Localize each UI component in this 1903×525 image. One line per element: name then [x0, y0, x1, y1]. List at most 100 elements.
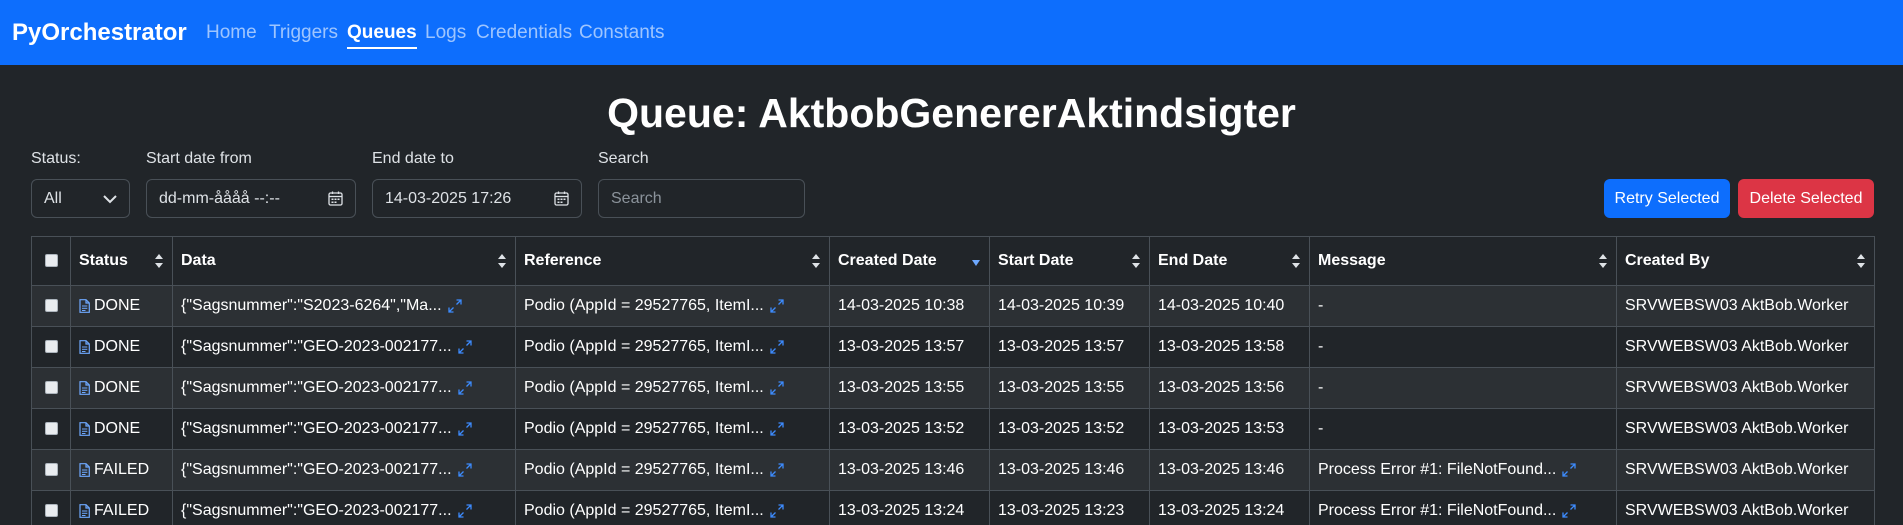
end-date-input[interactable]: 14-03-2025 17:26 [372, 179, 582, 218]
table-row[interactable]: DONE {"Sagsnummer":"GEO-2023-002177... P… [31, 408, 1875, 450]
row-checkbox[interactable] [44, 381, 58, 395]
message-text: - [1318, 297, 1324, 314]
reference-cell: Podio (AppId = 29527765, ItemI... [515, 449, 830, 491]
row-checkbox[interactable] [44, 422, 58, 436]
col-reference-header[interactable]: Reference [515, 236, 830, 286]
calendar-icon[interactable] [554, 191, 569, 206]
reference-cell: Podio (AppId = 29527765, ItemI... [515, 326, 830, 368]
document-icon[interactable] [79, 380, 90, 395]
end-date-value: 14-03-2025 17:26 [385, 189, 512, 207]
col-status-header[interactable]: Status [70, 236, 173, 286]
end-date-cell: 13-03-2025 13:53 [1149, 408, 1310, 450]
status-label: Status: [31, 150, 81, 167]
created-date-cell: 13-03-2025 13:55 [829, 367, 990, 409]
table-row[interactable]: DONE {"Sagsnummer":"S2023-6264","Ma... P… [31, 285, 1875, 327]
expand-icon[interactable] [770, 504, 784, 518]
sort-icon[interactable] [811, 254, 821, 268]
reference-text: Podio (AppId = 29527765, ItemI... [524, 297, 764, 314]
brand-logo[interactable]: PyOrchestrator [12, 19, 187, 47]
sort-icon[interactable] [1856, 254, 1866, 268]
sort-icon[interactable] [1598, 254, 1608, 268]
col-start-date-header[interactable]: Start Date [989, 236, 1150, 286]
status-text: DONE [94, 379, 141, 396]
nav-credentials[interactable]: Credentials [476, 22, 572, 44]
reference-text: Podio (AppId = 29527765, ItemI... [524, 502, 764, 519]
expand-icon[interactable] [457, 463, 472, 477]
row-checkbox[interactable] [44, 504, 58, 518]
nav-triggers[interactable]: Triggers [269, 22, 338, 44]
created-by-cell: SRVWEBSW03 AktBob.Worker [1616, 285, 1875, 327]
document-icon[interactable] [79, 421, 90, 436]
message-cell: Process Error #1: FileNotFound... [1309, 490, 1617, 525]
delete-selected-button[interactable]: Delete Selected [1738, 179, 1874, 218]
end-date-cell: 13-03-2025 13:46 [1149, 449, 1310, 491]
nav-home[interactable]: Home [206, 22, 257, 44]
sort-icon[interactable] [154, 254, 164, 268]
retry-selected-button[interactable]: Retry Selected [1604, 179, 1730, 218]
table-row[interactable]: DONE {"Sagsnummer":"GEO-2023-002177... P… [31, 367, 1875, 409]
status-cell: DONE [70, 367, 173, 409]
document-icon[interactable] [79, 462, 90, 477]
data-cell: {"Sagsnummer":"GEO-2023-002177... [172, 367, 516, 409]
expand-icon[interactable] [770, 463, 784, 477]
document-icon[interactable] [79, 298, 90, 313]
table-row[interactable]: FAILED {"Sagsnummer":"GEO-2023-002177...… [31, 449, 1875, 491]
col-header-label: End Date [1158, 252, 1228, 269]
sort-icon[interactable] [1131, 254, 1141, 268]
data-text: {"Sagsnummer":"GEO-2023-002177... [181, 379, 452, 396]
expand-icon[interactable] [457, 340, 472, 354]
table-row[interactable]: FAILED {"Sagsnummer":"GEO-2023-002177...… [31, 490, 1875, 525]
row-checkbox[interactable] [44, 299, 58, 313]
reference-text: Podio (AppId = 29527765, ItemI... [524, 338, 764, 355]
expand-icon[interactable] [770, 381, 784, 395]
row-checkbox[interactable] [44, 340, 58, 354]
expand-icon[interactable] [447, 299, 462, 313]
row-select-cell [31, 326, 71, 368]
col-message-header[interactable]: Message [1309, 236, 1617, 286]
start-date-input[interactable]: dd-mm-åååå --:-- [146, 179, 356, 218]
expand-icon[interactable] [770, 422, 784, 436]
message-cell: - [1309, 408, 1617, 450]
sort-icon[interactable] [497, 254, 507, 268]
expand-icon[interactable] [1562, 504, 1576, 518]
row-select-cell [31, 490, 71, 525]
expand-icon[interactable] [770, 340, 784, 354]
start-date-cell: 13-03-2025 13:57 [989, 326, 1150, 368]
row-checkbox[interactable] [44, 463, 58, 477]
col-end-date-header[interactable]: End Date [1149, 236, 1310, 286]
document-icon[interactable] [79, 339, 90, 354]
table-row[interactable]: DONE {"Sagsnummer":"GEO-2023-002177... P… [31, 326, 1875, 368]
created-date-cell: 13-03-2025 13:46 [829, 449, 990, 491]
expand-icon[interactable] [1562, 463, 1576, 477]
col-header-label: Start Date [998, 252, 1074, 269]
status-cell: FAILED [70, 449, 173, 491]
created-date-cell: 13-03-2025 13:57 [829, 326, 990, 368]
sort-icon[interactable] [1291, 254, 1301, 268]
search-input[interactable]: Search [598, 179, 805, 218]
select-all-checkbox[interactable] [44, 254, 58, 268]
col-header-label: Reference [524, 252, 602, 269]
expand-icon[interactable] [457, 504, 472, 518]
expand-icon[interactable] [770, 299, 784, 313]
message-cell: - [1309, 285, 1617, 327]
search-label: Search [598, 150, 649, 167]
message-text: Process Error #1: FileNotFound... [1318, 502, 1557, 519]
col-created-by-header[interactable]: Created By [1616, 236, 1875, 286]
queue-table: Status Data Reference Created Date Start… [31, 236, 1875, 525]
expand-icon[interactable] [457, 422, 472, 436]
expand-icon[interactable] [457, 381, 472, 395]
document-icon[interactable] [79, 503, 90, 518]
data-text: {"Sagsnummer":"GEO-2023-002177... [181, 338, 452, 355]
col-created-date-header[interactable]: Created Date [829, 236, 990, 286]
status-cell: FAILED [70, 490, 173, 525]
nav-queues[interactable]: Queues [347, 22, 417, 49]
col-data-header[interactable]: Data [172, 236, 516, 286]
nav-logs[interactable]: Logs [425, 22, 466, 44]
start-date-cell: 13-03-2025 13:46 [989, 449, 1150, 491]
end-date-cell: 13-03-2025 13:24 [1149, 490, 1310, 525]
sort-desc-icon[interactable] [971, 254, 981, 268]
message-text: - [1318, 338, 1324, 355]
calendar-icon[interactable] [328, 191, 343, 206]
status-select[interactable]: All [31, 179, 130, 218]
nav-constants[interactable]: Constants [579, 22, 665, 44]
